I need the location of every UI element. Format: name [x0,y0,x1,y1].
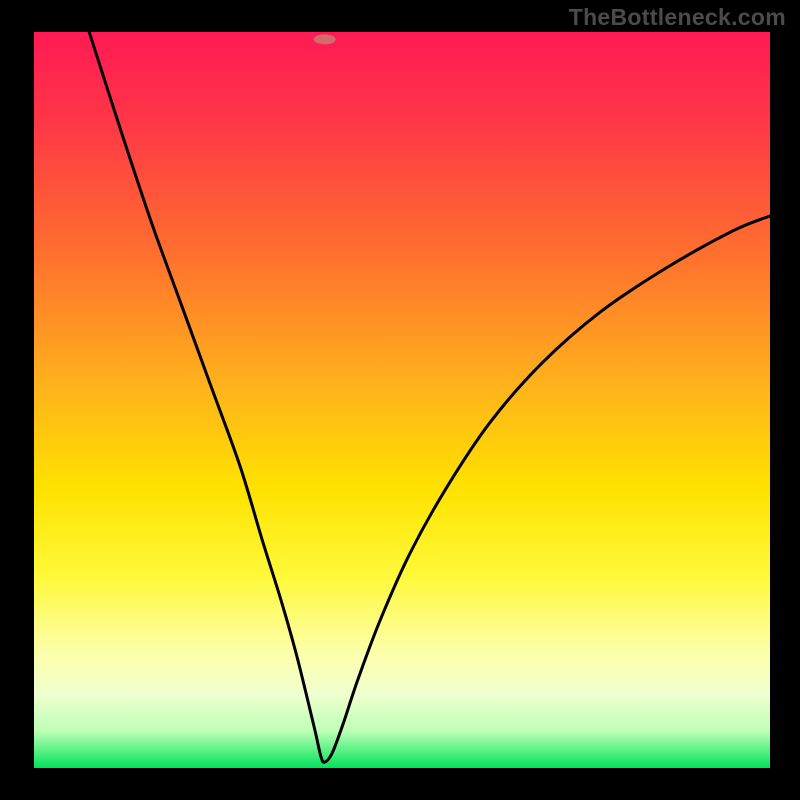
watermark-text: TheBottleneck.com [569,4,786,31]
chart-frame: TheBottleneck.com [0,0,800,800]
min-marker [314,34,336,44]
chart-svg [0,0,800,800]
plot-background [34,32,770,768]
